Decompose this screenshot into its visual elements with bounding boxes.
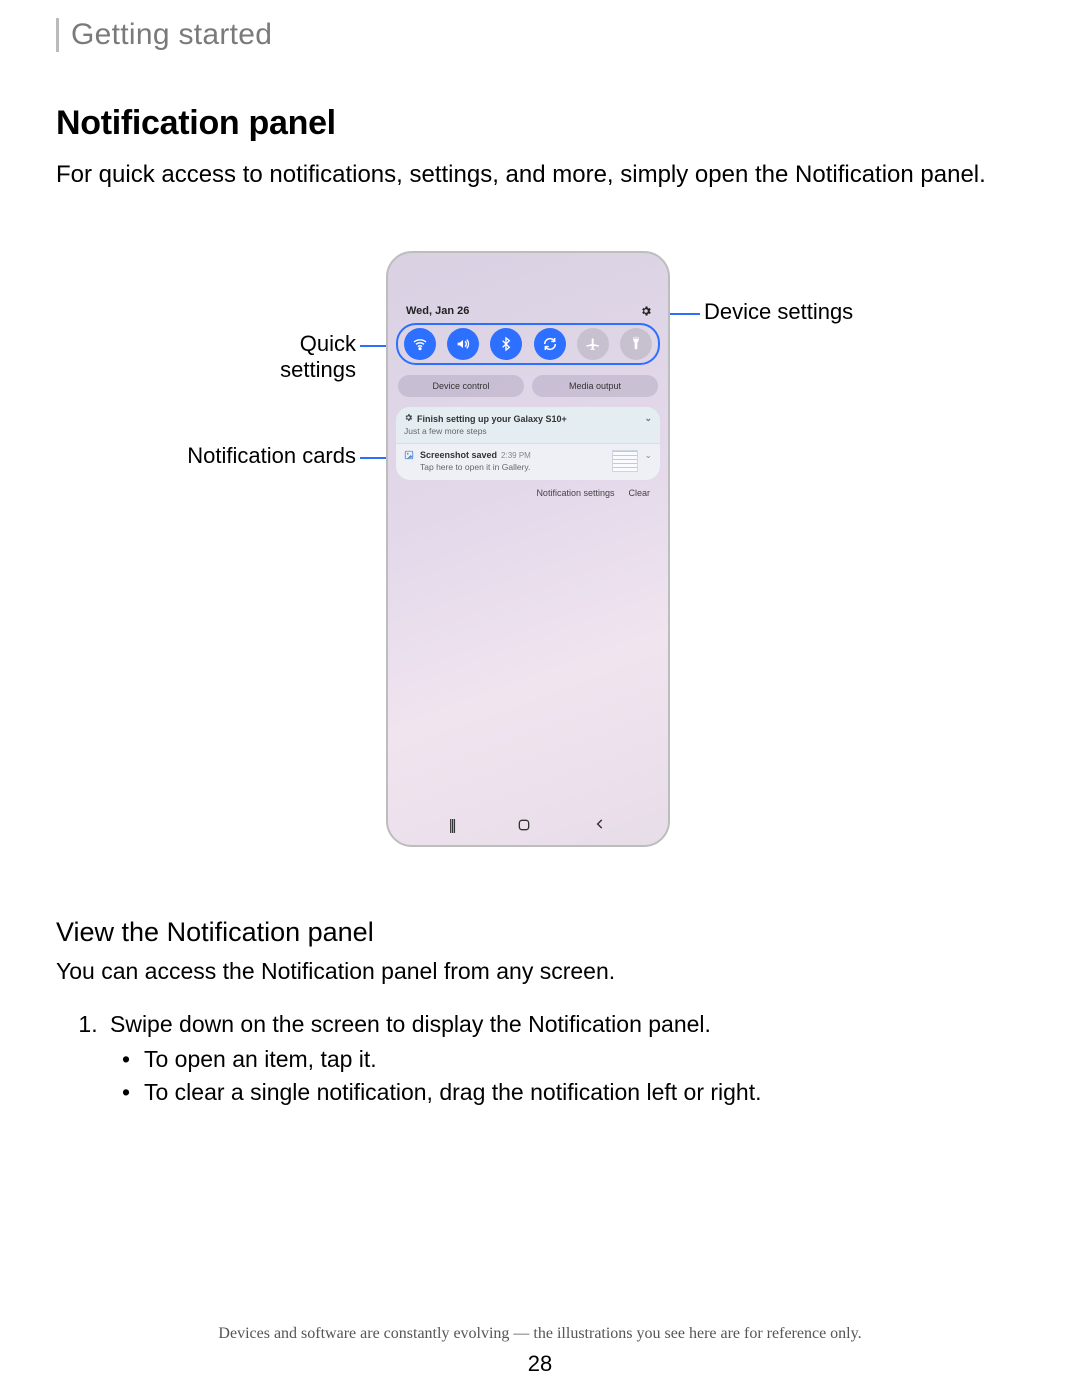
notification-title: Finish setting up your Galaxy S10+ [417, 414, 567, 424]
rotate-icon[interactable] [534, 328, 566, 360]
intro-paragraph: For quick access to notifications, setti… [56, 159, 1024, 191]
gear-icon[interactable] [640, 305, 652, 317]
wifi-icon[interactable] [404, 328, 436, 360]
figure-area: Device settings Quick settings Notificat… [56, 251, 1024, 911]
chevron-down-icon[interactable]: ⌄ [644, 450, 652, 461]
notification-title: Screenshot saved [420, 450, 497, 460]
quick-settings-row [396, 323, 660, 365]
subsection-paragraph: You can access the Notification panel fr… [56, 958, 1024, 985]
image-icon [404, 450, 414, 462]
notification-settings-link[interactable]: Notification settings [536, 488, 614, 498]
bluetooth-icon[interactable] [490, 328, 522, 360]
sound-icon[interactable] [447, 328, 479, 360]
footnote: Devices and software are constantly evol… [0, 1325, 1080, 1343]
step-text: Swipe down on the screen to display the … [110, 1011, 711, 1037]
notification-card[interactable]: Finish setting up your Galaxy S10+ ⌄ Jus… [396, 407, 660, 480]
recent-apps-button[interactable]: ||| [449, 817, 455, 837]
breadcrumb: Getting started [56, 18, 1024, 52]
nav-bar: ||| [388, 817, 668, 837]
page-number: 28 [0, 1351, 1080, 1377]
callout-quick-settings: Quick settings [221, 331, 356, 383]
notification-time: 2:39 PM [501, 451, 531, 460]
back-button[interactable] [593, 817, 607, 837]
home-button[interactable] [516, 817, 532, 837]
bullet-item: To clear a single notification, drag the… [140, 1079, 1024, 1106]
notification-subtitle: Just a few more steps [404, 426, 652, 436]
callout-notification-cards: Notification cards [184, 443, 356, 469]
step-item: Swipe down on the screen to display the … [104, 1011, 1024, 1106]
callout-device-settings: Device settings [704, 299, 853, 325]
gear-icon [404, 413, 413, 424]
steps-list: Swipe down on the screen to display the … [56, 1011, 1024, 1106]
chevron-down-icon[interactable]: ⌄ [644, 413, 652, 424]
phone-mockup: Wed, Jan 26 Device control Media output [386, 251, 670, 847]
page-title: Notification panel [56, 104, 1024, 143]
flashlight-icon[interactable] [620, 328, 652, 360]
notification-subtitle: Tap here to open it in Gallery. [420, 462, 606, 472]
airplane-icon[interactable] [577, 328, 609, 360]
device-control-chip[interactable]: Device control [398, 375, 524, 397]
clear-button[interactable]: Clear [628, 488, 650, 498]
subsection-heading: View the Notification panel [56, 917, 1024, 948]
screenshot-thumbnail [612, 450, 638, 472]
status-date: Wed, Jan 26 [406, 305, 469, 317]
leader-line [360, 345, 388, 347]
media-output-chip[interactable]: Media output [532, 375, 658, 397]
bullet-item: To open an item, tap it. [140, 1046, 1024, 1073]
